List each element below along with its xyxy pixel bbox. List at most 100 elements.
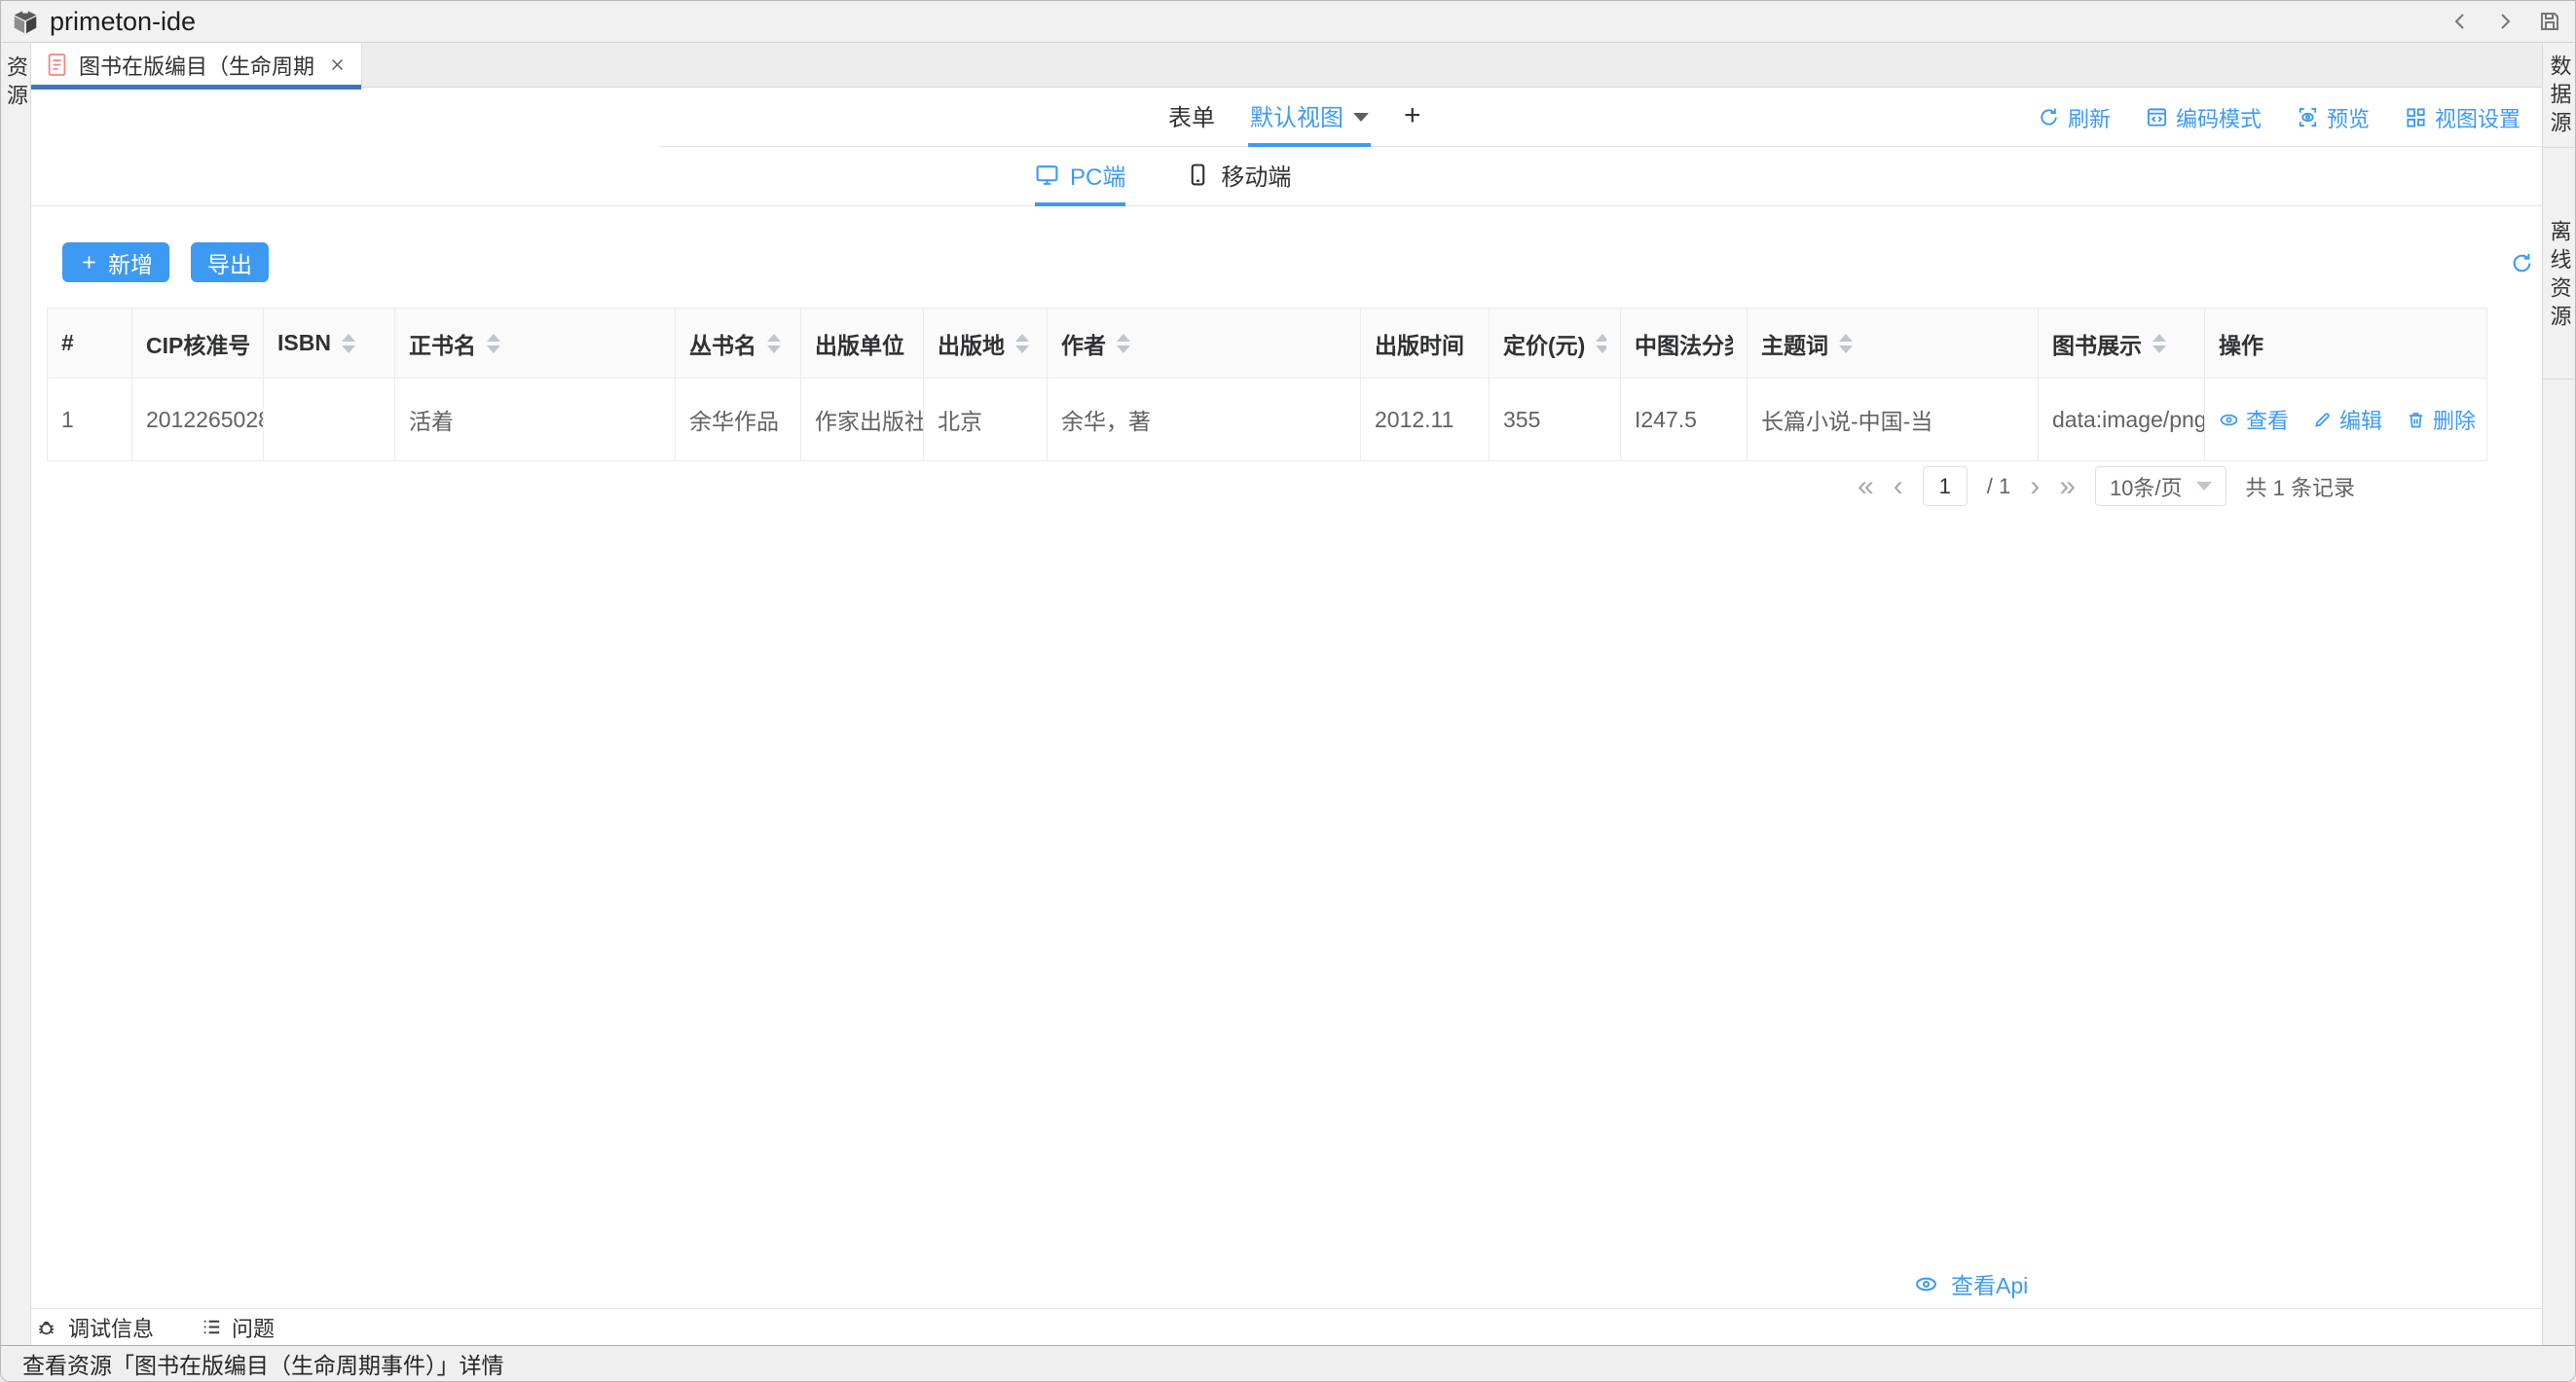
- col-index: #: [48, 309, 132, 379]
- col-book-image[interactable]: 图书展示: [2039, 309, 2205, 379]
- data-table: # CIP核准号 ISBN 正书名 丛书名 出版单位 出版地 作者 出版时间 定…: [47, 308, 2487, 461]
- left-rail: 资源: [1, 43, 31, 1345]
- cell-isbn: [264, 379, 395, 461]
- total-records-label: 共 1 条记录: [2246, 471, 2355, 502]
- col-price[interactable]: 定价(元): [1490, 309, 1621, 379]
- right-rail: 数据源 离线资源: [2542, 43, 2575, 1345]
- problems-button[interactable]: 问题: [201, 1312, 275, 1343]
- export-button-label: 导出: [207, 246, 252, 279]
- export-button[interactable]: 导出: [191, 242, 269, 282]
- page-input[interactable]: [1923, 466, 1968, 506]
- view-api-link[interactable]: 查看Api: [1914, 1267, 2028, 1300]
- tab-pc[interactable]: PC端: [1035, 147, 1125, 206]
- primeton-logo-icon: [11, 7, 40, 36]
- eye-icon: [1914, 1272, 1938, 1296]
- col-isbn[interactable]: ISBN: [264, 309, 395, 379]
- refresh-icon: [2038, 106, 2060, 128]
- tab-pc-label: PC端: [1070, 158, 1125, 192]
- col-subject[interactable]: 主题词: [1748, 309, 2039, 379]
- view-tabs: 表单 默认视图 +: [1166, 88, 1423, 147]
- page-size-value: 10条/页: [2110, 471, 2183, 502]
- sort-icon[interactable]: [1596, 334, 1606, 353]
- problems-label: 问题: [232, 1312, 275, 1343]
- delete-row-button[interactable]: 删除: [2406, 404, 2476, 435]
- cell-pubplace: 北京: [924, 379, 1048, 461]
- main-area: 图书在版编目（生命周期事件） 表单 默认视图 +: [31, 43, 2542, 1345]
- sort-icon[interactable]: [1015, 334, 1029, 353]
- forward-icon[interactable]: [2493, 10, 2517, 33]
- tab-form[interactable]: 表单: [1166, 88, 1217, 147]
- rail-item-datasource[interactable]: 数据源: [2544, 55, 2575, 139]
- bottom-panel-bar: 调试信息 问题: [31, 1308, 2542, 1345]
- preview-icon: [2297, 106, 2319, 128]
- cell-subject: 长篇小说-中国-当: [1748, 379, 2039, 461]
- grid-panel: 新增 导出 # CIP核准号: [31, 206, 2542, 1308]
- sort-icon[interactable]: [2153, 334, 2166, 353]
- col-series[interactable]: 丛书名: [676, 309, 801, 379]
- refresh-label: 刷新: [2068, 102, 2111, 133]
- sort-icon[interactable]: [1117, 334, 1130, 353]
- view-settings-label: 视图设置: [2435, 102, 2521, 133]
- monitor-icon: [1035, 163, 1059, 187]
- status-bar: 查看资源「图书在版编目（生命周期事件）」详情: [1, 1345, 2575, 1381]
- col-author[interactable]: 作者: [1048, 309, 1361, 379]
- page-size-select[interactable]: 10条/页: [2095, 466, 2226, 506]
- tab-mobile[interactable]: 移动端: [1186, 147, 1291, 206]
- next-page-button[interactable]: ›: [2030, 472, 2040, 501]
- view-row-button[interactable]: 查看: [2219, 404, 2289, 435]
- back-icon[interactable]: [2448, 10, 2472, 33]
- tab-default-view-label: 默认视图: [1250, 98, 1343, 132]
- rail-item-offline-resources[interactable]: 离线资源: [2544, 220, 2575, 333]
- tab-form-label: 表单: [1168, 98, 1215, 132]
- col-title[interactable]: 正书名: [395, 309, 676, 379]
- col-publisher[interactable]: 出版单位: [801, 309, 924, 379]
- cell-series: 余华作品: [676, 379, 801, 461]
- col-cip[interactable]: CIP核准号: [132, 309, 264, 379]
- view-api-label: 查看Api: [1951, 1267, 2028, 1300]
- first-page-button[interactable]: «: [1858, 472, 1874, 501]
- edit-row-button[interactable]: 编辑: [2312, 404, 2382, 435]
- code-mode-button[interactable]: 编码模式: [2146, 102, 2262, 133]
- col-pubplace[interactable]: 出版地: [924, 309, 1048, 379]
- app-title: primeton-ide: [50, 7, 196, 37]
- col-clc[interactable]: 中图法分类: [1621, 309, 1748, 379]
- chevron-down-icon[interactable]: [1353, 113, 1369, 122]
- sort-icon[interactable]: [1839, 334, 1853, 353]
- add-button-label: 新增: [108, 246, 153, 279]
- sort-icon[interactable]: [487, 334, 500, 353]
- cell-book-image: data:image/png;b: [2039, 379, 2205, 461]
- bug-icon: [37, 1316, 59, 1338]
- list-icon: [201, 1316, 223, 1338]
- save-icon[interactable]: [2538, 10, 2561, 33]
- debug-info-button[interactable]: 调试信息: [37, 1312, 154, 1343]
- title-bar: primeton-ide: [1, 1, 2575, 43]
- rail-divider: [2543, 147, 2575, 148]
- col-pubdate[interactable]: 出版时间: [1361, 309, 1490, 379]
- tab-default-view[interactable]: 默认视图: [1248, 88, 1371, 147]
- trash-icon: [2406, 410, 2426, 430]
- grid-refresh-button[interactable]: [2510, 251, 2534, 275]
- cell-pubdate: 2012.11: [1361, 379, 1490, 461]
- editor-tab-book-cip[interactable]: 图书在版编目（生命周期事件）: [31, 43, 362, 87]
- plus-icon: +: [1404, 99, 1421, 132]
- sort-icon[interactable]: [342, 334, 355, 353]
- code-window-icon: [2146, 106, 2168, 128]
- view-actions: 刷新 编码模式 预览 视图设置: [2038, 88, 2521, 147]
- refresh-button[interactable]: 刷新: [2038, 102, 2111, 133]
- device-tab-row: PC端 移动端: [31, 147, 2542, 206]
- status-text: 查看资源「图书在版编目（生命周期事件）」详情: [22, 1347, 504, 1380]
- cell-actions: 查看 编辑 删除: [2205, 379, 2487, 461]
- last-page-button[interactable]: »: [2059, 472, 2076, 501]
- prev-page-button[interactable]: ‹: [1894, 472, 1903, 501]
- preview-button[interactable]: 预览: [2297, 102, 2370, 133]
- view-settings-button[interactable]: 视图设置: [2405, 102, 2521, 133]
- add-view-tab-button[interactable]: +: [1402, 88, 1423, 147]
- sort-icon[interactable]: [767, 334, 781, 353]
- rail-item-resources[interactable]: 资源: [0, 55, 31, 112]
- document-icon: [47, 53, 67, 77]
- cell-title: 活着: [395, 379, 676, 461]
- view-toolbar: 表单 默认视图 + 刷新 编码模式: [31, 88, 2542, 147]
- close-icon[interactable]: [329, 56, 346, 73]
- rail-divider: [2543, 379, 2575, 380]
- add-button[interactable]: 新增: [62, 242, 169, 282]
